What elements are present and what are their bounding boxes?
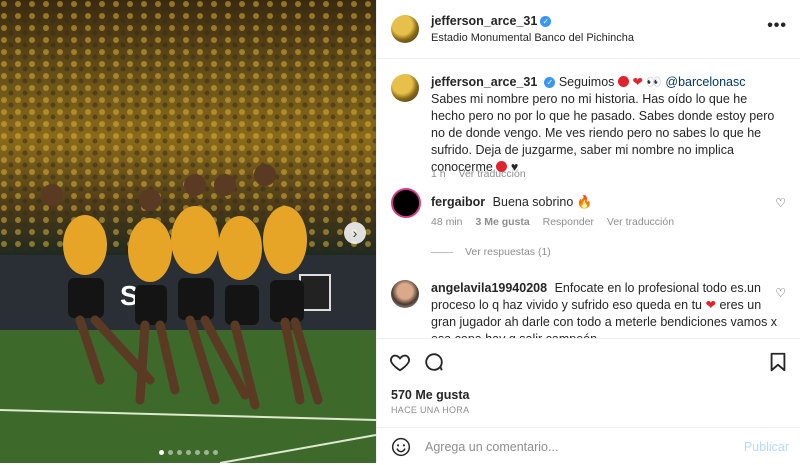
comment-text: Buena sobrino xyxy=(492,195,574,209)
comment-input[interactable] xyxy=(423,435,727,459)
comment-meta: 48 min 3 Me gusta Responder Ver traducci… xyxy=(431,216,684,228)
football-celebration-image: SC xyxy=(0,0,376,463)
comment-body: fergaibor Buena sobrino 🔥 xyxy=(431,194,781,211)
mention-link[interactable]: @barcelonasc xyxy=(665,75,745,89)
likes-count[interactable]: 570 Me gusta xyxy=(391,388,470,402)
verified-badge-icon: ✓ xyxy=(540,16,552,28)
carousel-dot xyxy=(176,450,182,455)
comment-like-heart-icon[interactable]: ♡ xyxy=(775,286,786,300)
caption-text: Sabes mi nombre pero no mi historia. Has… xyxy=(431,92,775,174)
instagram-post-modal: SC xyxy=(0,0,800,463)
heart-icon[interactable] xyxy=(389,351,411,373)
author-username[interactable]: jefferson_arce_31 ✓ xyxy=(431,14,552,28)
eyes-emoji-icon: 👀 xyxy=(646,75,662,89)
carousel-indicator xyxy=(0,450,376,455)
publish-button[interactable]: Publicar xyxy=(744,440,789,454)
chevron-right-icon: › xyxy=(352,225,358,241)
caption-translate-link[interactable]: Ver traducción xyxy=(459,168,526,180)
comment-username[interactable]: fergaibor xyxy=(431,195,485,209)
carousel-dot xyxy=(212,450,218,455)
carousel-dot xyxy=(167,450,173,455)
red-heart-emoji-icon: ❤ xyxy=(705,298,716,312)
comments-section: jefferson_arce_31 ✓ Seguimos ❤ 👀 @barcelo… xyxy=(377,58,800,338)
caption-author-avatar[interactable] xyxy=(391,74,419,102)
caption-age: 1 h xyxy=(431,168,446,180)
post-photo: SC xyxy=(0,0,376,463)
caption-body: jefferson_arce_31 ✓ Seguimos ❤ 👀 @barcelo… xyxy=(431,74,781,176)
view-replies-text[interactable]: Ver respuestas (1) xyxy=(465,246,551,258)
carousel-dot xyxy=(203,450,209,455)
caption-lead: Seguimos xyxy=(558,75,615,89)
comment-likes-count[interactable]: 3 Me gusta xyxy=(475,216,529,228)
post-actions: 570 Me gusta HACE UNA HORA Publicar xyxy=(377,338,800,464)
bookmark-icon[interactable] xyxy=(767,351,789,373)
post-header: jefferson_arce_31 ✓ Estadio Monumental Ba… xyxy=(377,0,800,59)
caption-comment: jefferson_arce_31 ✓ Seguimos ❤ 👀 @barcelo… xyxy=(391,70,786,180)
commenter-avatar[interactable] xyxy=(391,280,419,308)
red-heart-emoji-icon: ❤ xyxy=(632,75,643,89)
replies-divider xyxy=(431,251,453,253)
more-options-button[interactable]: ••• xyxy=(767,17,787,35)
carousel-dot xyxy=(185,450,191,455)
reply-button[interactable]: Responder xyxy=(543,216,594,228)
comment-item: fergaibor Buena sobrino 🔥 48 min 3 Me gu… xyxy=(391,184,786,264)
comment-username[interactable]: angelavila19940208 xyxy=(431,281,547,295)
comment-translate-link[interactable]: Ver traducción xyxy=(607,216,674,228)
red-emoji-icon xyxy=(617,76,629,87)
carousel-next-button[interactable]: › xyxy=(344,222,366,244)
post-side-panel: jefferson_arce_31 ✓ Estadio Monumental Ba… xyxy=(376,0,800,463)
comment-body: angelavila19940208 Enfocate en lo profes… xyxy=(431,280,781,338)
view-replies-button[interactable]: Ver respuestas (1) xyxy=(431,246,551,258)
emoji-smiley-icon[interactable] xyxy=(391,437,411,457)
caption-meta: 1 h Ver traducción xyxy=(431,168,536,180)
commenter-avatar[interactable] xyxy=(391,188,421,218)
comment-bubble-icon[interactable] xyxy=(423,351,445,373)
fire-emoji-icon: 🔥 xyxy=(576,195,593,209)
author-username-text[interactable]: jefferson_arce_31 xyxy=(431,14,537,28)
comment-like-heart-icon[interactable]: ♡ xyxy=(775,196,786,210)
author-avatar[interactable] xyxy=(391,15,419,43)
caption-username[interactable]: jefferson_arce_31 xyxy=(431,75,537,89)
add-comment-bar: Publicar xyxy=(377,427,800,465)
carousel-dot xyxy=(194,450,200,455)
comment-age: 48 min xyxy=(431,216,463,228)
carousel-dot xyxy=(158,450,164,455)
post-timestamp: HACE UNA HORA xyxy=(391,405,470,415)
post-location[interactable]: Estadio Monumental Banco del Pichincha xyxy=(431,32,634,44)
comment-item: angelavila19940208 Enfocate en lo profes… xyxy=(391,276,786,338)
verified-badge-icon: ✓ xyxy=(544,77,556,89)
